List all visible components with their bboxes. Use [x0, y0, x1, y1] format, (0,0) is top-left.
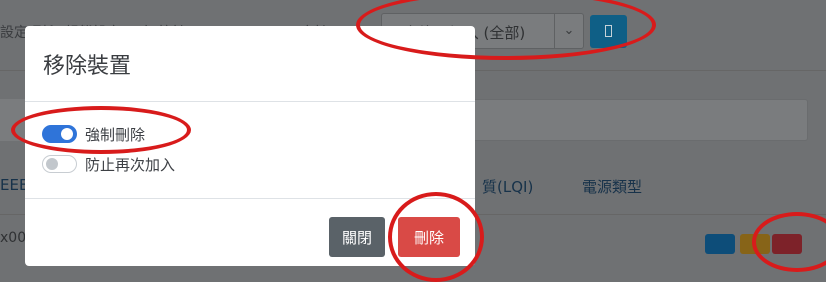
prevent-rejoin-toggle[interactable]: [42, 155, 77, 173]
column-header-lqi[interactable]: 質(LQI): [482, 176, 533, 197]
modal-title: 移除裝置: [43, 54, 132, 79]
device-row-id: x00: [0, 230, 27, 246]
row-info-button[interactable]: [705, 234, 735, 254]
annotation-circle-delete-button: [388, 192, 484, 282]
annotation-circle-row-remove: [752, 212, 826, 272]
modal-header-divider: [25, 101, 475, 102]
close-button[interactable]: 關閉: [329, 217, 385, 257]
modal-footer-divider: [25, 198, 475, 199]
column-header-power-type[interactable]: 電源類型: [582, 176, 642, 197]
prevent-rejoin-label[interactable]: 防止再次加入: [85, 154, 175, 175]
device-filter-input[interactable]: [470, 99, 808, 141]
toggle-knob: [46, 158, 58, 170]
annotation-circle-force-remove: [11, 106, 191, 154]
